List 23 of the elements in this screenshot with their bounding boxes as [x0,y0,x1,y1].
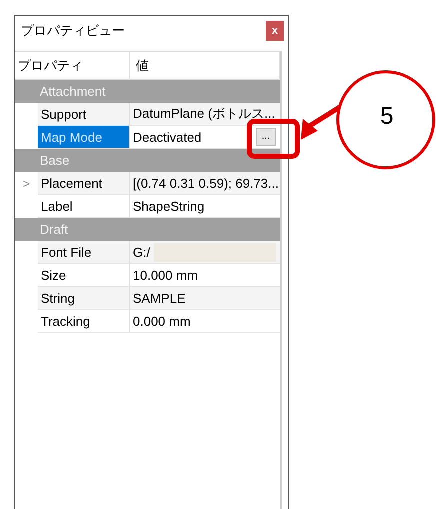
property-value: 10.000 mm [133,268,198,282]
property-value: DatumPlane (ボトルス... [133,105,276,123]
property-name[interactable]: String [38,287,130,310]
property-name[interactable]: Support [38,103,130,126]
column-header[interactable]: プロパティ [15,52,130,79]
highlight-frame [247,119,300,159]
column-header[interactable]: 値 [130,52,280,79]
property-name[interactable]: Map Mode [38,126,130,149]
property-value: SAMPLE [133,290,186,306]
property-value: [(0.74 0.31 0.59); 69.73... [133,176,279,190]
ellipsis-button[interactable]: ... [256,128,276,146]
expand-toggle[interactable]: > [22,176,30,190]
step-number: 5 [379,102,395,132]
path-field[interactable] [154,242,276,262]
property-value: G:/ [133,244,150,260]
property-name[interactable]: Font File [38,241,130,264]
close-button[interactable]: x [266,21,284,41]
property-name[interactable]: Placement [38,172,130,195]
property-name[interactable]: Tracking [38,310,130,333]
property-value: ShapeString [133,198,205,214]
property-value: Deactivated [133,130,202,144]
window-title: プロパティビュー [21,22,125,40]
property-value: 0.000 mm [133,314,191,328]
